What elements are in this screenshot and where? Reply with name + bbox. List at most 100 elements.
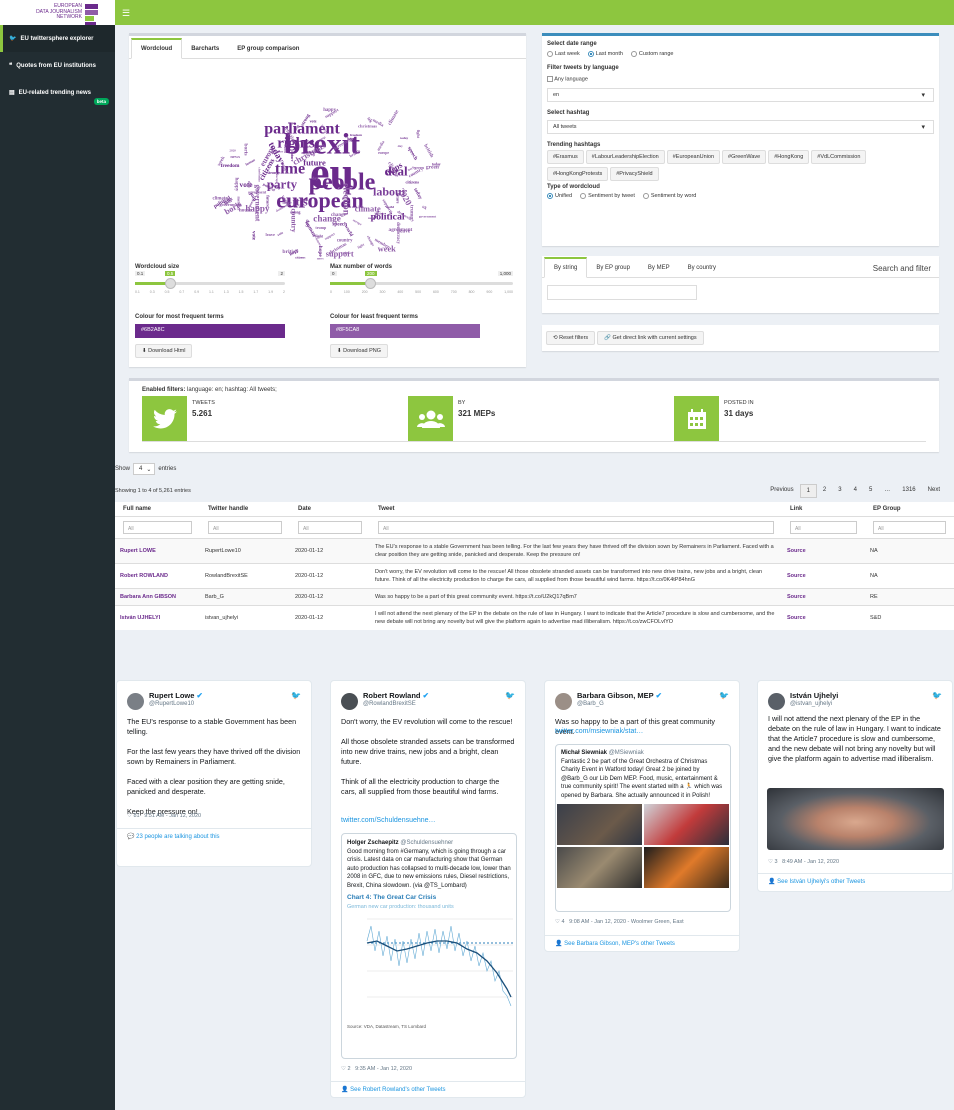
radio-last-month[interactable]: Last month xyxy=(587,51,623,57)
mep-name-link[interactable]: István UJHELYI xyxy=(115,605,200,630)
hashtag-pill[interactable]: #PrivacyShield xyxy=(610,167,659,182)
col-full-name[interactable]: Full name xyxy=(115,502,200,517)
page-previous[interactable]: Previous xyxy=(764,484,799,498)
radio-custom-range[interactable]: Custom range xyxy=(630,51,673,57)
col-link[interactable]: Link xyxy=(782,502,865,517)
quoted-tweet[interactable]: Holger Zschaepitz @Schuldensuehner Good … xyxy=(341,833,517,1059)
column-filter-input[interactable]: All xyxy=(208,521,282,534)
col-date[interactable]: Date xyxy=(290,502,370,517)
twitter-bird-icon[interactable]: 🐦 xyxy=(719,691,729,700)
download-png-button[interactable]: ⬇ Download PNG xyxy=(330,344,389,358)
reset-filters-button[interactable]: ⟲ Reset filters xyxy=(546,331,596,345)
any-language-checkbox[interactable]: Any language xyxy=(547,76,934,82)
tweet-embed-3[interactable]: Barbara Gibson, MEP ✔ @Barb_G 🐦 Was so h… xyxy=(544,680,740,952)
page-3[interactable]: 3 xyxy=(832,484,847,498)
slider-tick-label: 1.5 xyxy=(238,290,244,294)
tab-by-mep[interactable]: By MEP xyxy=(639,259,679,277)
other-tweets-link[interactable]: 👤 See Robert Rowland's other Tweets xyxy=(331,1081,525,1097)
sidebar-item-news[interactable]: ▤ EU-related trending news beta xyxy=(0,79,115,106)
talking-about-link[interactable]: 💬 23 people are talking about this xyxy=(117,828,311,844)
source-link[interactable]: Source xyxy=(782,605,865,630)
quoted-tweet-link[interactable]: twitter.com/Schuldensuehne… xyxy=(341,817,436,824)
tab-by-string[interactable]: By string xyxy=(544,257,588,278)
calendar-icon xyxy=(674,396,719,441)
tab-barcharts[interactable]: Barcharts xyxy=(182,40,228,58)
wordcloud-word: it's xyxy=(292,195,308,209)
radio-last-week[interactable]: Last week xyxy=(547,51,580,57)
wordcloud-size-slider[interactable]: 0.1 0.5 2 0.1 0.3 0.5 0.7 0.9 1.1 1.3 1.5 1.7 1.9… xyxy=(135,270,285,296)
tab-by-country[interactable]: By country xyxy=(679,259,725,277)
source-link[interactable]: Source xyxy=(782,588,865,606)
hashtag-pill[interactable]: #Erasmus xyxy=(547,150,584,165)
page-2[interactable]: 2 xyxy=(817,484,832,498)
wordcloud-word: 2020 xyxy=(229,149,236,153)
hashtag-pill[interactable]: #EuropeanUnion xyxy=(666,150,721,165)
col-twitter-handle[interactable]: Twitter handle xyxy=(200,502,290,517)
mep-name-link[interactable]: Rupert LOWE xyxy=(115,538,200,564)
page-1[interactable]: 1 xyxy=(799,484,817,498)
column-filter-input[interactable]: All xyxy=(378,521,774,534)
column-filter-input[interactable]: All xyxy=(123,521,192,534)
twitter-bird-icon[interactable]: 🐦 xyxy=(291,691,301,700)
page-5[interactable]: 5 xyxy=(863,484,878,498)
hashtag-pill[interactable]: #GreenWave xyxy=(722,150,767,165)
least-frequent-color-input[interactable]: #8F5CA8 xyxy=(330,324,480,338)
page-1316[interactable]: 1316 xyxy=(896,484,921,498)
wordcloud-word: trump xyxy=(315,225,327,230)
hashtag-pill[interactable]: #HongKong xyxy=(768,150,810,165)
column-filter-input[interactable]: All xyxy=(790,521,857,534)
twitter-bird-icon[interactable]: 🐦 xyxy=(932,691,942,700)
source-link[interactable]: Source xyxy=(782,538,865,564)
tab-ep-group-comparison[interactable]: EP group comparison xyxy=(228,40,308,58)
twitter-icon xyxy=(142,396,187,441)
sidebar-toggle-icon[interactable]: ☰ xyxy=(122,8,130,19)
tweet-date: 2020-01-12 xyxy=(290,588,370,606)
sidebar-item-quotes[interactable]: ❝ Quotes from EU institutions xyxy=(0,52,115,79)
col-ep-group[interactable]: EP Group xyxy=(865,502,954,517)
tweet-text: I will not attend the next plenary of th… xyxy=(370,605,782,630)
col-tweet[interactable]: Tweet xyxy=(370,502,782,517)
other-tweets-link[interactable]: 👤 See István Ujhelyi's other Tweets xyxy=(758,873,952,889)
edjnet-logo[interactable]: EUROPEAN DATA JOURNALISM NETWORK xyxy=(0,0,115,27)
quoted-tweet-link[interactable]: twitter.com/msiewniak/stat… xyxy=(555,728,643,735)
quoted-tweet[interactable]: Michał Siewniak @MSiewniak Fantastic 2 b… xyxy=(555,744,731,912)
hashtag-pill[interactable]: #VdLCommission xyxy=(811,150,867,165)
entries-select[interactable]: 4 ⌄ xyxy=(133,463,156,475)
tab-wordcloud[interactable]: Wordcloud xyxy=(131,38,183,59)
radio-sentiment-tweet[interactable]: Sentiment by tweet xyxy=(580,193,635,200)
radio-sentiment-word[interactable]: Sentiment by word xyxy=(642,193,696,200)
wordcloud-word: citizens xyxy=(295,255,306,259)
hashtag-pill[interactable]: #HongKongProtests xyxy=(547,167,609,182)
mep-name-link[interactable]: Robert ROWLAND xyxy=(115,563,200,589)
column-filter-input[interactable]: All xyxy=(873,521,946,534)
page-next[interactable]: Next xyxy=(922,484,946,498)
mep-name-link[interactable]: Barbara Ann GIBSON xyxy=(115,588,200,606)
direct-link-button[interactable]: 🔗 Get direct link with current settings xyxy=(597,331,704,345)
wordcloud-word: today xyxy=(412,188,423,201)
hashtag-select[interactable]: All tweets xyxy=(547,120,934,135)
tweet-embed-4[interactable]: István Ujhelyi @istvan_ujhelyi 🐦 I will … xyxy=(757,680,953,892)
tweet-embed-2[interactable]: Robert Rowland ✔ @RowlandBrexitSE 🐦 Don'… xyxy=(330,680,526,1098)
download-html-button[interactable]: ⬇ Download Html xyxy=(135,344,193,358)
page-4[interactable]: 4 xyxy=(848,484,863,498)
column-filter-input[interactable]: All xyxy=(298,521,362,534)
sidebar-item-twittersphere[interactable]: 🐦 EU twittersphere explorer xyxy=(0,25,115,52)
tweet-embed-1[interactable]: Rupert Lowe ✔ @RupertLowe10 🐦 The EU's r… xyxy=(116,680,312,867)
wordcloud-word: day xyxy=(247,181,252,189)
wordcloud-word: fight xyxy=(315,233,324,238)
hashtag-pill[interactable]: #LabourLeadershipElection xyxy=(585,150,665,165)
language-select[interactable]: en xyxy=(547,88,934,103)
most-frequent-color-input[interactable]: #6B2A8C xyxy=(135,324,285,338)
other-tweets-link[interactable]: 👤 See Barbara Gibson, MEP's other Tweets xyxy=(545,935,739,951)
verified-icon: ✔ xyxy=(655,691,662,700)
search-input[interactable] xyxy=(547,285,697,300)
source-link[interactable]: Source xyxy=(782,563,865,589)
max-words-slider[interactable]: 0 200 1,000 0 100 200 300 400 500 600 700 800 900… xyxy=(330,270,513,296)
radio-unified[interactable]: Unified xyxy=(547,193,572,200)
tab-by-ep-group[interactable]: By EP group xyxy=(587,259,639,277)
ep-group: NA xyxy=(865,538,954,564)
newspaper-icon: ▤ xyxy=(9,90,15,96)
twitter-bird-icon[interactable]: 🐦 xyxy=(505,691,515,700)
wordcloud-word: climate xyxy=(387,109,401,127)
wordcloud-word: democracy xyxy=(395,222,400,245)
